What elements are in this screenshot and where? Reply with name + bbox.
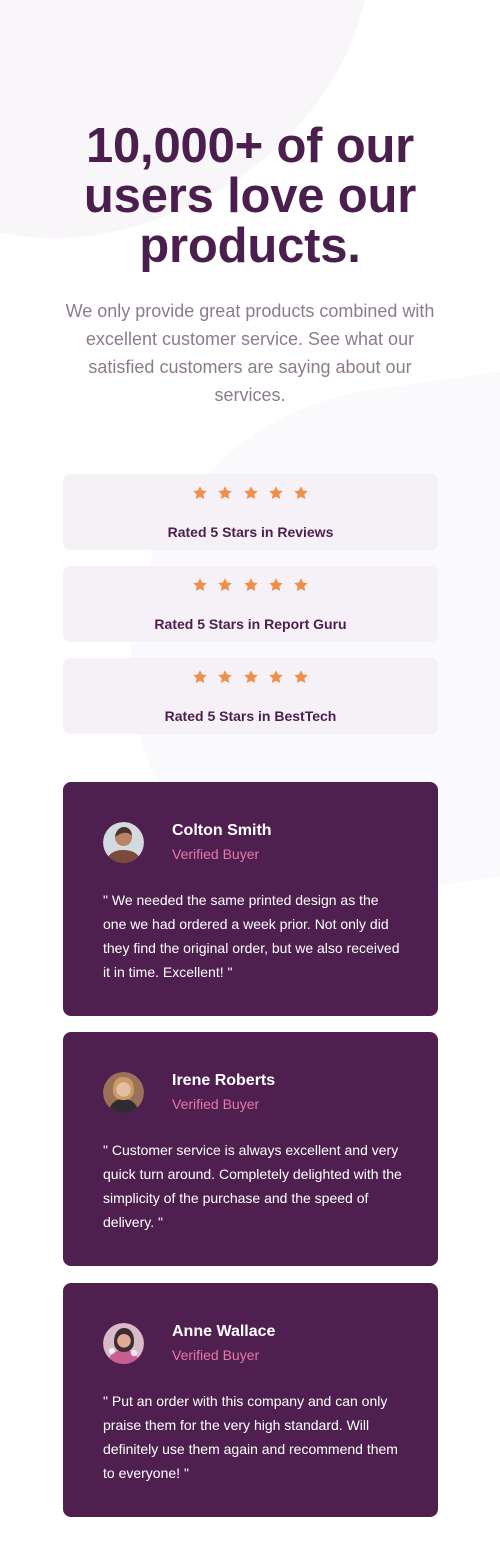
testimonial-quote: " Put an order with this company and can… — [103, 1393, 398, 1481]
testimonial-card: Colton Smith Verified Buyer " We needed … — [63, 782, 438, 1016]
avatar — [103, 1072, 144, 1113]
star-icon — [192, 669, 208, 685]
star-icon — [293, 669, 309, 685]
avatar — [103, 822, 144, 863]
reviewer-name: Anne Wallace — [172, 1323, 276, 1340]
stars — [63, 485, 438, 509]
star-icon — [243, 577, 259, 593]
stars — [63, 577, 438, 601]
rating-label: Rated 5 Stars in Reviews — [167, 524, 334, 540]
star-icon — [268, 669, 284, 685]
reviewer-role: Verified Buyer — [172, 1096, 260, 1112]
star-icon — [243, 485, 259, 501]
stars — [63, 669, 438, 693]
star-icon — [192, 577, 208, 593]
star-icon — [217, 669, 233, 685]
testimonial-quote: " We needed the same printed design as t… — [103, 892, 400, 980]
testimonial-card: Anne Wallace Verified Buyer " Put an ord… — [63, 1283, 438, 1517]
reviewer-name: Colton Smith — [172, 822, 272, 839]
page-subtitle: We only provide great products combined … — [65, 301, 435, 405]
rating-card: Rated 5 Stars in BestTech — [63, 658, 438, 734]
rating-label: Rated 5 Stars in Report Guru — [154, 616, 347, 632]
rating-label: Rated 5 Stars in BestTech — [164, 708, 337, 724]
star-icon — [243, 669, 259, 685]
reviewer-role: Verified Buyer — [172, 1347, 260, 1363]
star-icon — [217, 485, 233, 501]
reviewer-name: Irene Roberts — [172, 1072, 276, 1089]
testimonial-card: Irene Roberts Verified Buyer " Customer … — [63, 1032, 438, 1266]
star-icon — [268, 577, 284, 593]
star-icon — [293, 577, 309, 593]
reviewer-role: Verified Buyer — [172, 846, 260, 862]
rating-card: Rated 5 Stars in Report Guru — [63, 566, 438, 642]
star-icon — [293, 485, 309, 501]
star-icon — [268, 485, 284, 501]
star-icon — [192, 485, 208, 501]
page-title: 10,000+ of our users love our products. — [83, 119, 417, 273]
star-icon — [217, 577, 233, 593]
avatar — [103, 1323, 144, 1364]
rating-card: Rated 5 Stars in Reviews — [63, 474, 438, 550]
testimonial-quote: " Customer service is always excellent a… — [103, 1142, 402, 1230]
